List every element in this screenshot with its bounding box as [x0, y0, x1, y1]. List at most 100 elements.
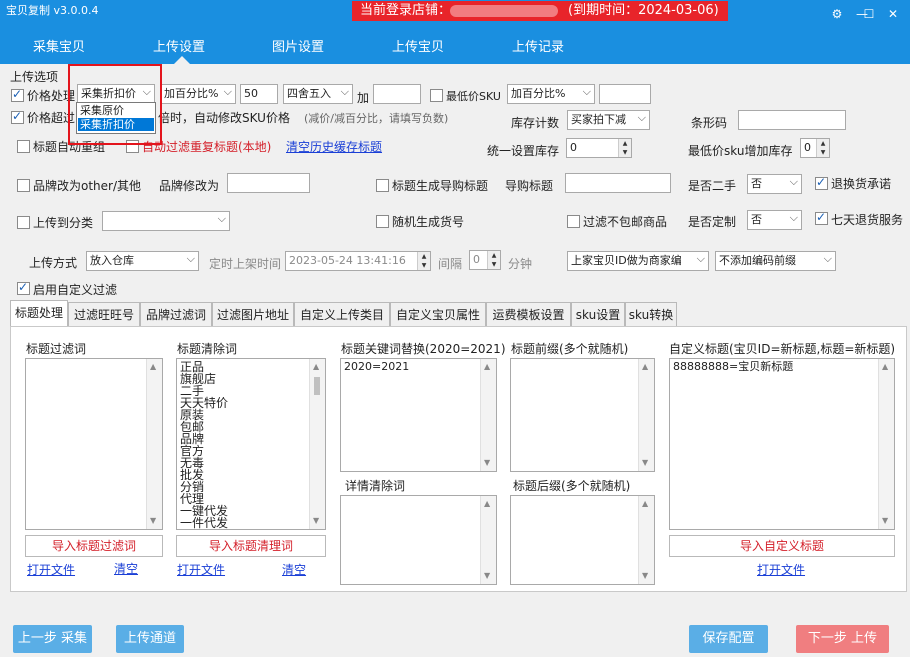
tab-brand-filter[interactable]: 品牌过滤词 [140, 302, 212, 326]
keyword-replace-scrollbar[interactable]: ▲ ▼ [480, 359, 496, 471]
upload-category-checkbox[interactable] [17, 216, 30, 229]
percent-input[interactable]: 50 [240, 84, 278, 104]
min-price-sku-checkbox[interactable] [430, 89, 443, 102]
unified-stock-input[interactable]: 0 ▲ ▼ [566, 138, 632, 158]
filter-no-free-ship-checkbox[interactable] [567, 215, 580, 228]
brand-change-input[interactable] [227, 173, 310, 193]
brand-other-checkbox[interactable] [17, 179, 30, 192]
title-filter-label: 标题过滤词 [26, 342, 87, 356]
title-clean-word: 一件代发 [180, 516, 229, 530]
prefix-code-select[interactable]: 不添加编码前缀 [715, 251, 836, 271]
nav-image-settings[interactable]: 图片设置 [272, 36, 324, 55]
keyword-replace-textarea[interactable]: 2020=2021 ▲ ▼ [340, 358, 497, 472]
tab-sku-settings[interactable]: sku设置 [571, 302, 625, 326]
tab-title-processing[interactable]: 标题处理 [10, 300, 68, 327]
tab-shipping-template[interactable]: 运费模板设置 [486, 302, 571, 326]
category-select[interactable] [102, 211, 230, 231]
save-config-button[interactable]: 保存配置 [689, 625, 768, 653]
nav-collect[interactable]: 采集宝贝 [33, 36, 85, 55]
enable-custom-filter-checkbox[interactable] [17, 280, 30, 295]
min-price-mode-select[interactable]: 加百分比% [507, 84, 595, 104]
min-sku-stock-spinner[interactable]: ▲ ▼ [816, 139, 829, 157]
title-prefix-label: 标题前缀(多个就随机) [511, 342, 629, 356]
title-guide-checkbox[interactable] [376, 179, 389, 192]
custom-title-scrollbar[interactable]: ▲ ▼ [878, 359, 894, 529]
import-title-clean-button[interactable]: 导入标题清理词 [176, 535, 326, 557]
settings-gear-icon[interactable]: ⚙ [828, 6, 846, 22]
next-step-button[interactable]: 下一步 上传 [796, 625, 889, 653]
nav-upload-items[interactable]: 上传宝贝 [392, 36, 444, 55]
title-clean-textarea[interactable]: 正品 旗舰店 二手 天天特价 原装 包邮 品牌 官方 无毒 批发 分销 代理 一键代发 一件代发 ▲ ▼ [176, 358, 326, 530]
custom-made-label: 是否定制 [688, 215, 737, 229]
min-price-sku-label: 最低价SKU [446, 90, 501, 103]
title-suffix-scrollbar[interactable]: ▲ ▼ [638, 496, 654, 584]
nav-bar [0, 30, 910, 64]
detail-clear-textarea[interactable]: ▲ ▼ [340, 495, 497, 585]
min-sku-stock-input[interactable]: 0 ▲ ▼ [800, 138, 830, 158]
nav-upload-settings[interactable]: 上传设置 [153, 36, 205, 55]
clear-link-2[interactable]: 清空 [282, 561, 306, 578]
title-filter-scrollbar[interactable]: ▲ ▼ [146, 359, 162, 529]
price-over-suffix: 倍时，自动修改SKU价格 [158, 111, 290, 125]
barcode-input[interactable] [738, 110, 846, 130]
price-over-checkbox[interactable] [11, 109, 24, 124]
store-label: 当前登录店铺： [360, 3, 452, 18]
random-item-no-checkbox[interactable] [376, 215, 389, 228]
timed-listing-value: 2023-05-24 13:41:16 [289, 254, 406, 267]
keyword-replace-value: 2020=2021 [344, 360, 410, 373]
upload-method-select[interactable]: 放入仓库 [86, 251, 199, 271]
open-file-link-1[interactable]: 打开文件 [27, 561, 75, 578]
timed-listing-input[interactable]: 2023-05-24 13:41:16 ▲ ▼ [285, 251, 431, 271]
unified-stock-value: 0 [570, 141, 577, 154]
add-amount-input[interactable] [373, 84, 421, 104]
stock-count-select[interactable]: 买家拍下减 [567, 110, 650, 130]
close-icon[interactable]: ✕ [884, 6, 902, 22]
maximize-icon[interactable]: ☐ [860, 6, 878, 22]
return-promise-label: 退换货承诺 [831, 177, 892, 191]
stock-count-label: 库存计数 [511, 116, 560, 130]
clear-history-link[interactable]: 清空历史缓存标题 [286, 138, 382, 155]
price-mode-select[interactable]: 加百分比% [160, 84, 236, 104]
title-filter-textarea[interactable]: ▲ ▼ [25, 358, 163, 530]
title-auto-combine-checkbox[interactable] [17, 140, 30, 153]
clear-link-1[interactable]: 清空 [114, 560, 138, 577]
upload-method-label: 上传方式 [29, 256, 78, 270]
rounding-select[interactable]: 四舍五入 [283, 84, 353, 104]
custom-title-value: 88888888=宝贝新标题 [673, 360, 794, 373]
random-item-no-label: 随机生成货号 [392, 215, 465, 229]
import-title-filter-button[interactable]: 导入标题过滤词 [25, 535, 163, 557]
timed-listing-spinner[interactable]: ▲ ▼ [417, 252, 430, 270]
title-suffix-label: 标题后缀(多个就随机) [513, 479, 631, 493]
merchant-code-select[interactable]: 上家宝贝ID做为商家编 [567, 251, 709, 271]
tab-custom-category[interactable]: 自定义上传类目 [294, 302, 390, 326]
tab-custom-attributes[interactable]: 自定义宝贝属性 [390, 302, 486, 326]
return-promise-checkbox[interactable] [815, 175, 828, 190]
nav-upload-records[interactable]: 上传记录 [512, 36, 564, 55]
custom-title-textarea[interactable]: 88888888=宝贝新标题 ▲ ▼ [669, 358, 895, 530]
prev-step-button[interactable]: 上一步 采集 [13, 625, 92, 653]
interval-spinner[interactable]: ▲ ▼ [487, 251, 500, 269]
unified-stock-spinner[interactable]: ▲ ▼ [618, 139, 631, 157]
seven-day-return-checkbox[interactable] [815, 210, 828, 225]
interval-input[interactable]: 0 ▲ ▼ [469, 250, 501, 270]
open-file-link-2[interactable]: 打开文件 [177, 561, 225, 578]
upload-channel-button[interactable]: 上传通道 [116, 625, 184, 653]
title-prefix-scrollbar[interactable]: ▲ ▼ [638, 359, 654, 471]
import-custom-title-button[interactable]: 导入自定义标题 [669, 535, 895, 557]
tab-filter-wangwang[interactable]: 过滤旺旺号 [68, 302, 140, 326]
title-prefix-textarea[interactable]: ▲ ▼ [510, 358, 655, 472]
store-name-redacted [450, 5, 558, 17]
second-hand-select[interactable]: 否 [747, 174, 802, 194]
guide-title-input[interactable] [565, 173, 671, 193]
min-price-input[interactable] [599, 84, 651, 104]
title-suffix-textarea[interactable]: ▲ ▼ [510, 495, 655, 585]
tab-sku-convert[interactable]: sku转换 [625, 302, 677, 326]
upload-category-label: 上传到分类 [33, 216, 94, 230]
detail-clear-scrollbar[interactable]: ▲ ▼ [480, 496, 496, 584]
tab-filter-image-url[interactable]: 过滤图片地址 [212, 302, 294, 326]
open-file-link-3[interactable]: 打开文件 [757, 561, 805, 578]
price-handle-checkbox[interactable] [11, 87, 24, 102]
interval-value: 0 [473, 253, 480, 266]
title-clean-scrollbar[interactable]: ▲ ▼ [309, 359, 325, 529]
custom-made-select[interactable]: 否 [747, 210, 802, 230]
